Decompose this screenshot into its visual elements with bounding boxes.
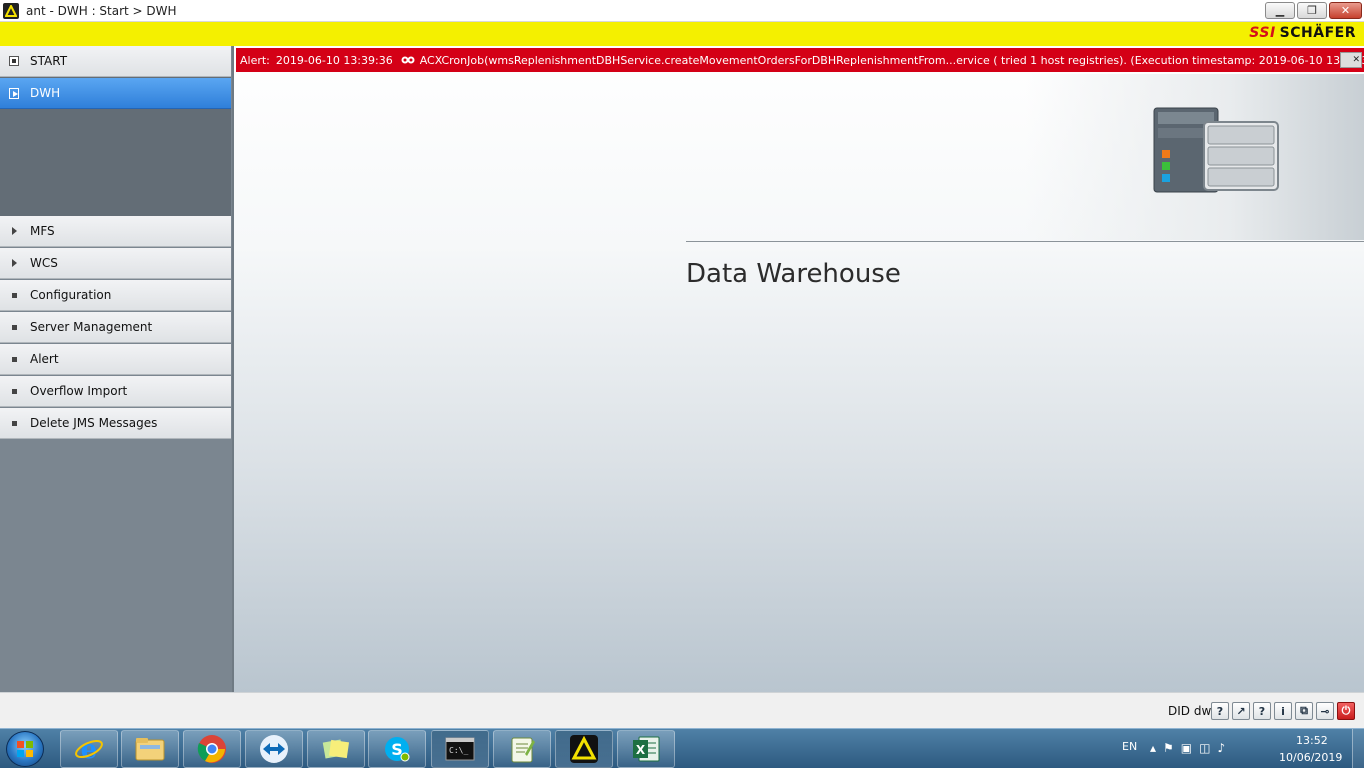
sidebar-item-label: Alert [30, 352, 59, 366]
skype-icon[interactable]: S [368, 730, 426, 768]
svg-text:C:\_: C:\_ [449, 746, 468, 755]
usb-device-icon[interactable]: ▣ [1181, 741, 1192, 755]
sidebar-item-configuration[interactable]: Configuration [0, 280, 231, 311]
sidebar-item-label: Overflow Import [30, 384, 128, 398]
sidebar-item-label: DWH [30, 86, 61, 100]
info-icon[interactable]: i [1274, 702, 1292, 720]
play-icon [9, 87, 19, 99]
clock-date[interactable]: 10/06/2019 [1279, 751, 1342, 764]
bullet-icon [9, 354, 19, 364]
show-desktop-button[interactable] [1352, 729, 1364, 768]
logo-schafer-text: SCHÄFER [1279, 25, 1356, 41]
sidebar-item-alert[interactable]: Alert [0, 344, 231, 375]
sidebar-item-label: Configuration [30, 288, 112, 302]
sidebar-item-dwh[interactable]: DWH [0, 78, 231, 109]
alert-message: ACXCronJob(wmsReplenishmentDBHService.cr… [419, 53, 1364, 67]
volume-icon[interactable]: ♪ [1217, 741, 1225, 755]
square-icon [9, 56, 19, 66]
network-icon[interactable]: ◫ [1199, 741, 1210, 755]
sidebar-item-label: Server Management [30, 320, 153, 334]
sidebar-item-label: START [30, 54, 68, 68]
file-explorer-icon[interactable] [121, 730, 179, 768]
bullet-icon [9, 386, 19, 396]
title-divider [686, 241, 1364, 242]
windows-icon[interactable]: ⧉ [1295, 702, 1313, 720]
alert-dismiss-button[interactable] [1340, 52, 1362, 68]
alert-banner[interactable]: Alert: 2019-06-10 13:39:36 ACXCronJob(wm… [236, 48, 1364, 72]
power-icon[interactable]: ⏻ [1337, 702, 1355, 720]
internet-explorer-icon[interactable]: e [60, 730, 118, 768]
start-button[interactable] [6, 731, 44, 767]
external-link-icon[interactable]: ↗ [1232, 702, 1250, 720]
sidebar-item-label: MFS [30, 224, 55, 238]
sidebar-item-label: Delete JMS Messages [30, 416, 158, 430]
navigation-sidebar: START DWH MFS WCS Configuration Server M… [0, 46, 232, 692]
window-titlebar: ant - DWH : Start > DWH ▁ ❐ ✕ [0, 0, 1364, 22]
action-center-flag-icon[interactable]: ⚑ [1163, 741, 1174, 755]
bullet-icon [9, 322, 19, 332]
command-prompt-icon[interactable]: C:\_ [431, 730, 489, 768]
close-button[interactable]: ✕ [1329, 2, 1362, 19]
sidebar-item-start[interactable]: START [0, 46, 231, 77]
excel-icon[interactable]: X [617, 730, 675, 768]
svg-text:e: e [81, 735, 98, 764]
maximize-button[interactable]: ❐ [1297, 2, 1327, 19]
bullet-icon [9, 418, 19, 428]
bullet-icon [9, 290, 19, 300]
clock-time[interactable]: 13:52 [1296, 734, 1328, 747]
sidebar-item-overflow-import[interactable]: Overflow Import [0, 376, 231, 407]
window-title: ant - DWH : Start > DWH [26, 4, 177, 18]
ssi-schafer-logo: SSI SCHÄFER [1249, 25, 1356, 41]
sidebar-item-wcs[interactable]: WCS [0, 248, 231, 279]
brand-bar: SSI SCHÄFER [0, 22, 1364, 46]
close-icon: ✕ [1340, 4, 1351, 17]
sidebar-item-server-management[interactable]: Server Management [0, 312, 231, 343]
sidebar-item-label: WCS [30, 256, 58, 270]
sidebar-item-mfs[interactable]: MFS [0, 216, 231, 247]
ant-app-icon[interactable] [3, 3, 19, 19]
alert-prefix: Alert: [240, 53, 270, 67]
svg-text:X: X [636, 743, 646, 757]
alert-timestamp: 2019-06-10 13:39:36 [275, 53, 393, 67]
sidebar-item-delete-jms-messages[interactable]: Delete JMS Messages [0, 408, 231, 439]
help-icon[interactable]: ? [1211, 702, 1229, 720]
teamviewer-icon[interactable] [245, 730, 303, 768]
language-indicator[interactable]: EN [1122, 740, 1137, 753]
system-tray: ▴ ⚑ ▣ ◫ ♪ [1150, 741, 1225, 755]
restore-icon: ❐ [1307, 4, 1317, 17]
notepadpp-icon[interactable] [493, 730, 551, 768]
chrome-icon[interactable] [183, 730, 241, 768]
database-server-icon [1152, 106, 1282, 199]
tray-overflow-icon[interactable]: ▴ [1150, 741, 1156, 755]
triangle-right-icon [9, 258, 19, 268]
windows-logo-icon [17, 741, 33, 757]
minimize-icon: ▁ [1275, 4, 1285, 17]
triangle-right-icon [9, 226, 19, 236]
minimize-button[interactable]: ▁ [1265, 2, 1295, 19]
ant-app-taskbar-icon[interactable] [555, 730, 613, 768]
user-label: DID dw [1168, 704, 1212, 718]
windows-taskbar: e S C:\_ X EN ▴ ⚑ ▣ ◫ ♪ 13:52 10/06/2019 [0, 728, 1364, 768]
status-bar: DID dw ? ↗ ? i ⧉ ⊸ ⏻ [0, 692, 1364, 728]
key-icon[interactable]: ⊸ [1316, 702, 1334, 720]
alert-link-icon [401, 55, 415, 65]
main-content: Alert: 2019-06-10 13:39:36 ACXCronJob(wm… [232, 46, 1364, 692]
logo-ssi-text: SSI [1249, 25, 1276, 41]
page-title: Data Warehouse [686, 259, 901, 289]
help-context-icon[interactable]: ? [1253, 702, 1271, 720]
sticky-notes-icon[interactable] [307, 730, 365, 768]
